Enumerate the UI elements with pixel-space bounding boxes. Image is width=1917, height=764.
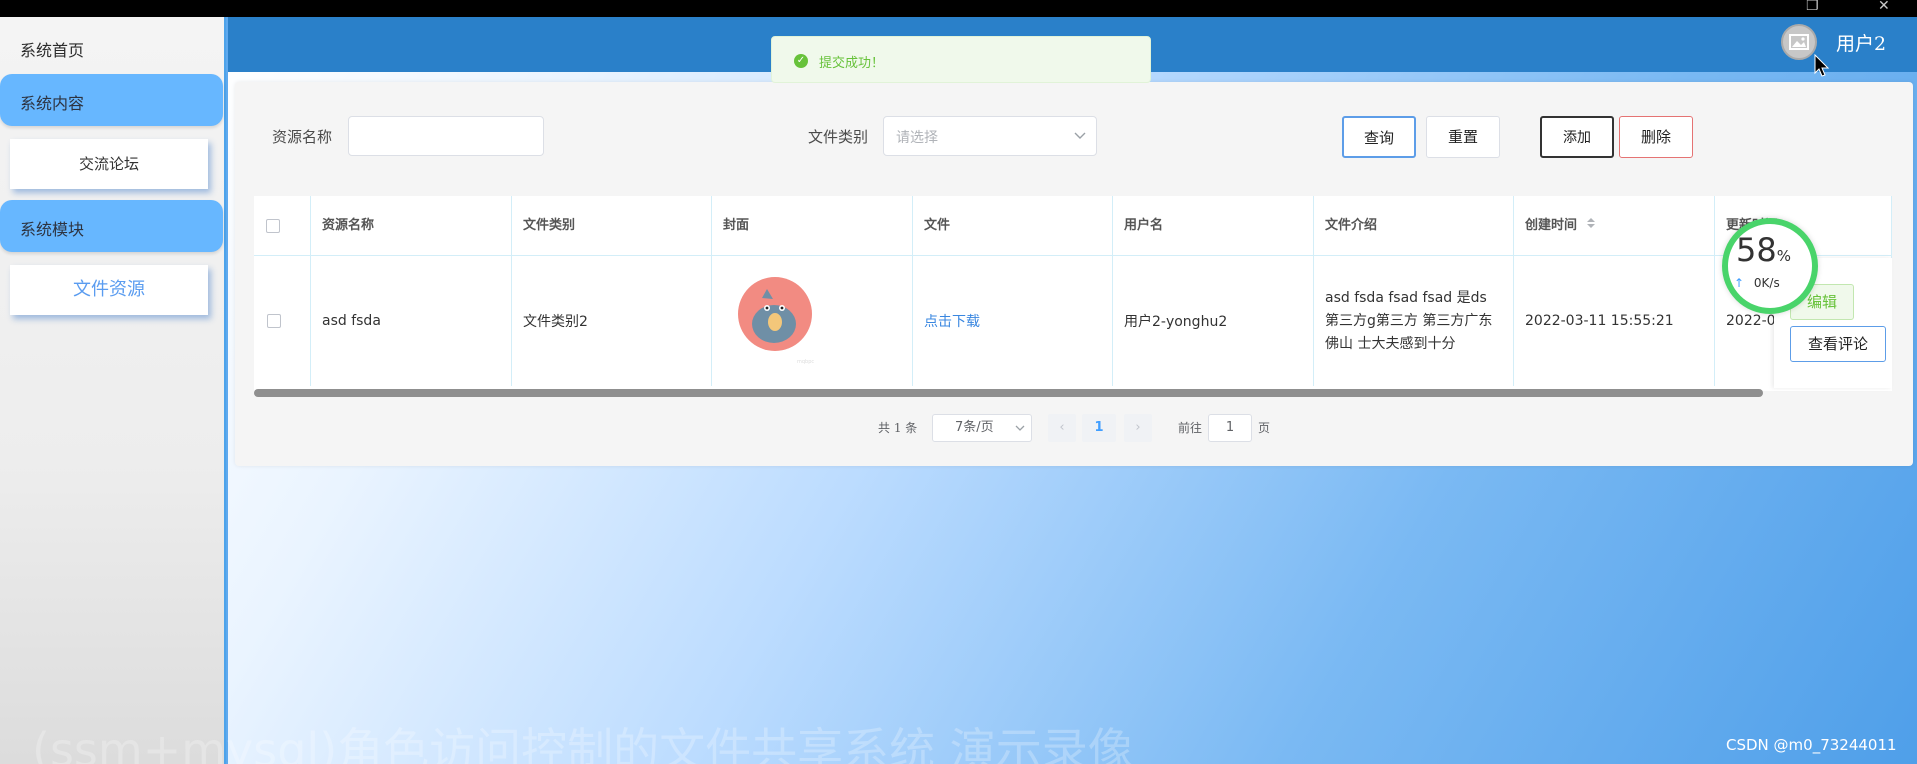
speed-percent: 58% — [1736, 232, 1791, 274]
maximize-icon[interactable]: ❐ — [1806, 0, 1819, 13]
video-watermark: (ssm+mysql)角色访问控制的文件共享系统 演示录像 — [32, 723, 1134, 764]
column-header: 用户名 — [1113, 196, 1314, 256]
select-all-checkbox[interactable] — [266, 219, 280, 233]
cell-created: 2022-03-11 15:55:21 — [1514, 256, 1715, 386]
column-header: 文件介绍 — [1314, 196, 1514, 256]
goto-label: 前往 — [1178, 421, 1203, 435]
upload-rate: ↑ 0K/s — [1734, 276, 1780, 290]
next-page-icon[interactable]: › — [1124, 414, 1152, 442]
sort-icon[interactable] — [1586, 217, 1596, 229]
toast-message: 提交成功！ — [819, 56, 885, 71]
mouse-cursor-icon — [1814, 54, 1830, 77]
goto-page-input[interactable]: 1 — [1208, 414, 1252, 442]
user-name[interactable]: 用户2 — [1836, 29, 1886, 56]
page-number-current[interactable]: 1 — [1082, 414, 1116, 442]
sidebar-item-home[interactable]: 系统首页 — [20, 37, 84, 61]
prev-page-icon[interactable]: ‹ — [1048, 414, 1076, 442]
window-titlebar: ❐ ✕ — [0, 0, 1917, 17]
column-header: 文件 — [913, 196, 1113, 256]
avatar[interactable] — [1781, 24, 1817, 60]
file-type-placeholder: 请选择 — [896, 130, 938, 146]
file-type-label: 文件类别 — [808, 128, 869, 146]
query-button[interactable]: 查询 — [1342, 116, 1416, 158]
csdn-credit: CSDN @m0_73244011 — [1726, 736, 1897, 754]
speed-percent-value: 58 — [1736, 231, 1777, 269]
page-size-value: 7条/页 — [955, 420, 994, 435]
download-link[interactable]: 点击下载 — [913, 256, 1113, 386]
svg-text:mqbpc: mqbpc — [797, 359, 814, 365]
add-button[interactable]: 添加 — [1540, 116, 1614, 158]
chevron-down-icon — [1074, 132, 1086, 139]
success-toast: ✓ 提交成功！ — [771, 36, 1151, 83]
column-header-label: 创建时间 — [1525, 218, 1578, 233]
page-size-select[interactable]: 7条/页 — [932, 414, 1032, 442]
cell-type: 文件类别2 — [512, 256, 712, 386]
sidebar-item-file-resources[interactable]: 文件资源 — [10, 265, 208, 315]
pagination-total: 共 1 条 — [878, 421, 918, 435]
horizontal-scrollbar[interactable] — [254, 389, 1763, 397]
network-speed-widget[interactable]: 58% ↑ 0K/s — [1722, 218, 1818, 314]
speed-percent-sign: % — [1776, 247, 1791, 265]
resource-name-label: 资源名称 — [272, 128, 333, 146]
upload-rate-value: 0K/s — [1753, 276, 1780, 290]
arrow-up-icon: ↑ — [1734, 276, 1745, 290]
row-checkbox[interactable] — [267, 314, 281, 328]
view-comments-button[interactable]: 查看评论 — [1790, 326, 1886, 362]
sidebar-group-label: 系统模块 — [20, 220, 85, 239]
row-checkbox-cell — [254, 256, 311, 386]
sidebar-item-forum[interactable]: 交流论坛 — [10, 139, 208, 189]
reset-button[interactable]: 重置 — [1426, 116, 1500, 158]
check-circle-icon: ✓ — [794, 54, 808, 68]
column-header-created[interactable]: 创建时间 — [1514, 196, 1715, 256]
data-table: 资源名称 文件类别 封面 文件 用户名 文件介绍 创建时间 更新时间 asd f… — [254, 196, 1892, 391]
page-unit-label: 页 — [1258, 421, 1271, 435]
image-icon — [1789, 34, 1809, 50]
delete-button[interactable]: 删除 — [1619, 116, 1693, 158]
cell-intro: asd fsda fsad fsad 是ds 第三方g第三方 第三方广东佛山 士… — [1314, 256, 1514, 386]
column-header: 资源名称 — [311, 196, 512, 256]
chevron-down-icon — [1015, 425, 1025, 431]
sidebar: 系统首页 系统内容 交流论坛 系统模块 文件资源 — [0, 17, 226, 764]
close-icon[interactable]: ✕ — [1878, 0, 1890, 13]
sidebar-group-label: 系统内容 — [20, 94, 85, 113]
column-header: 文件类别 — [512, 196, 712, 256]
cover-thumbnail[interactable]: mqbpc — [737, 276, 821, 366]
header-checkbox-cell — [254, 196, 311, 256]
sidebar-group-content[interactable]: 系统内容 — [0, 74, 223, 126]
cell-name: asd fsda — [311, 256, 512, 386]
sidebar-group-modules[interactable]: 系统模块 — [0, 200, 223, 252]
cell-cover: mqbpc — [712, 256, 913, 386]
resource-name-input[interactable] — [348, 116, 544, 156]
file-type-select[interactable]: 请选择 — [883, 116, 1097, 156]
cell-user: 用户2-yonghu2 — [1113, 256, 1314, 386]
column-header: 封面 — [712, 196, 913, 256]
